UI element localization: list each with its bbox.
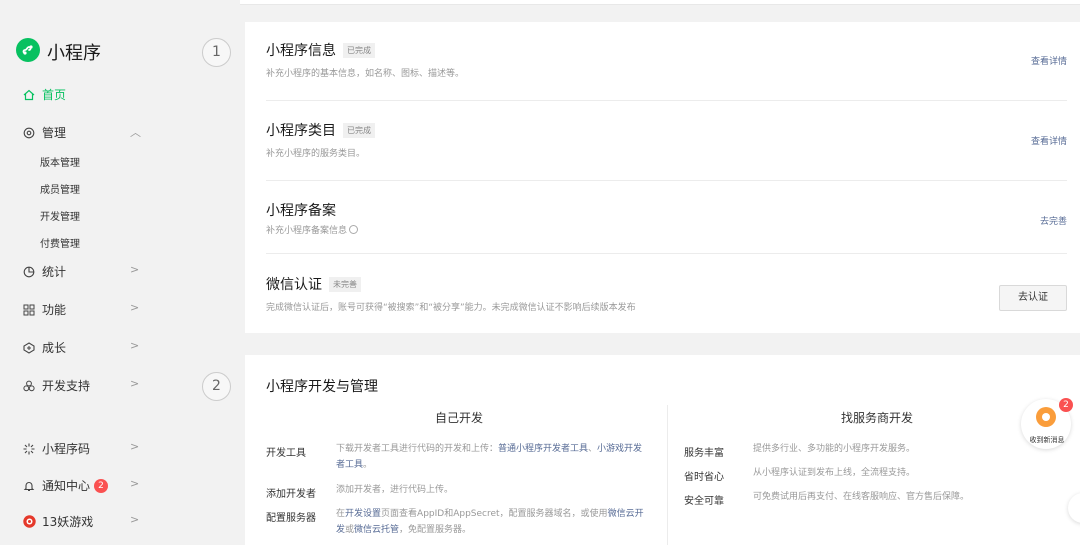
chevron-right-icon[interactable]: > [130,440,139,453]
info-title: 小程序信息 [266,43,336,59]
chevron-up-icon[interactable]: ︿ [130,124,141,140]
divider [266,100,1067,101]
dev-support-icon [22,379,36,393]
status-badge: 未完善 [329,277,361,292]
dev-card: 小程序开发与管理 自己开发 找服务商开发 开发工具 下载开发者工具进行代码的开发… [245,355,1080,545]
sidebar-item-label: 管理 [42,126,67,140]
filing-desc: 补充小程序备案信息 [266,223,359,236]
sidebar-item-growth[interactable]: 成长 [22,339,66,356]
sidebar-item-game-account[interactable]: 13妖游戏 [22,513,93,530]
sidebar-item-notify[interactable]: 通知中心 2 [22,477,109,494]
setup-card: 小程序信息 已完成 补充小程序的基本信息，如名称、图标、描述等。 查看详情 小程… [245,22,1080,333]
message-icon [1036,407,1056,427]
chevron-right-icon[interactable]: > [130,513,139,526]
dev-section-title: 小程序开发与管理 [266,379,378,395]
dev-settings-link[interactable]: 开发设置 [345,509,381,519]
vendor-row-label: 省时省心 [684,472,724,483]
sidebar-item-manage[interactable]: 管理 [22,124,66,141]
chevron-right-icon[interactable]: > [130,377,139,390]
divider [266,180,1067,181]
dev-tools-label: 开发工具 [266,448,306,459]
sidebar: 小程序 首页 管理 ︿ 版本管理 成员管理 开发管理 付费管理 统计 > 功能 … [0,0,240,545]
vendor-row-text: 可免费试用后再支付、在线客服响应、官方售后保障。 [753,492,970,502]
sidebar-item-label: 小程序码 [42,442,91,456]
vendor-row-text: 提供多行业、多功能的小程序开发服务。 [753,444,916,454]
category-desc: 补充小程序的服务类目。 [266,149,366,159]
add-developer-text: 添加开发者，进行代码上传。 [336,485,454,495]
app-title: 小程序 [47,43,101,64]
regular-devtools-link[interactable]: 普通小程序开发者工具 [498,444,588,454]
grid-icon [22,303,36,317]
add-developer-label: 添加开发者 [266,489,316,500]
sidebar-item-dev-support[interactable]: 开发支持 [22,377,90,394]
step-number: 1 [202,38,231,67]
sidebar-item-label: 成长 [42,341,67,355]
sidebar-subitem-dev[interactable]: 开发管理 [40,208,80,223]
sidebar-item-label: 功能 [42,303,67,317]
sidebar-subitem-version[interactable]: 版本管理 [40,154,80,169]
column-divider [667,405,668,545]
info-icon[interactable] [349,225,359,234]
mini-program-code-icon [22,442,36,456]
account-avatar-icon [22,515,36,529]
chevron-right-icon[interactable]: > [130,477,139,490]
message-label: 收到新消息 [1029,436,1065,444]
sidebar-item-stats[interactable]: 统计 [22,263,66,280]
sidebar-item-label: 首页 [42,88,67,102]
filing-title: 小程序备案 [266,203,336,219]
home-icon [22,88,36,102]
vendor-row-label: 服务丰富 [684,448,724,459]
chevron-right-icon[interactable]: > [130,263,139,276]
info-detail-link[interactable]: 查看详情 [1031,54,1067,67]
server-config-label: 配置服务器 [266,513,316,524]
server-config-text: 在开发设置页面查看AppID和AppSecret，配置服务器域名，或使用微信云开… [336,509,644,535]
settings-icon [22,126,36,140]
vendor-row-text: 从小程序认证到发布上线，全流程支持。 [753,468,916,478]
bell-icon [22,479,36,493]
sidebar-item-home[interactable]: 首页 [22,86,66,103]
divider [266,253,1067,254]
sidebar-subitem-billing[interactable]: 付费管理 [40,235,80,250]
sidebar-subitem-members[interactable]: 成员管理 [40,181,80,196]
verify-title: 微信认证 [266,277,322,293]
dev-tools-text: 下载开发者工具进行代码的开发和上传：普通小程序开发者工具、小游戏开发者工具。 [336,444,643,470]
status-badge: 已完成 [343,43,375,58]
vendor-row-label: 安全可靠 [684,496,724,507]
verify-button[interactable]: 去认证 [999,285,1067,311]
chevron-right-icon[interactable]: > [130,301,139,314]
category-detail-link[interactable]: 查看详情 [1031,134,1067,147]
sidebar-item-label: 通知中心 [42,479,91,493]
sidebar-item-label: 统计 [42,265,67,279]
sidebar-item-features[interactable]: 功能 [22,301,66,318]
info-desc: 补充小程序的基本信息，如名称、图标、描述等。 [266,69,465,79]
filing-complete-link[interactable]: 去完善 [1040,214,1067,227]
chevron-right-icon[interactable]: > [130,339,139,352]
mini-program-logo-icon [16,38,40,62]
category-title: 小程序类目 [266,123,336,139]
message-badge: 2 [1059,398,1073,412]
step-number: 2 [202,372,231,401]
sidebar-item-label: 开发支持 [42,379,91,393]
sidebar-item-label: 13妖游戏 [42,515,94,529]
status-badge: 已完成 [343,123,375,138]
verify-desc: 完成微信认证后，账号可获得“被搜索”和“被分享”能力。未完成微信认证不影响后续版… [266,303,636,313]
pie-chart-icon [22,265,36,279]
self-dev-title: 自己开发 [435,411,484,425]
vendor-dev-title: 找服务商开发 [841,411,914,425]
notification-badge: 2 [94,478,109,493]
cloud-hosting-link[interactable]: 微信云托管 [354,525,399,535]
sidebar-item-qrcode[interactable]: 小程序码 [22,440,90,457]
growth-icon [22,341,36,355]
